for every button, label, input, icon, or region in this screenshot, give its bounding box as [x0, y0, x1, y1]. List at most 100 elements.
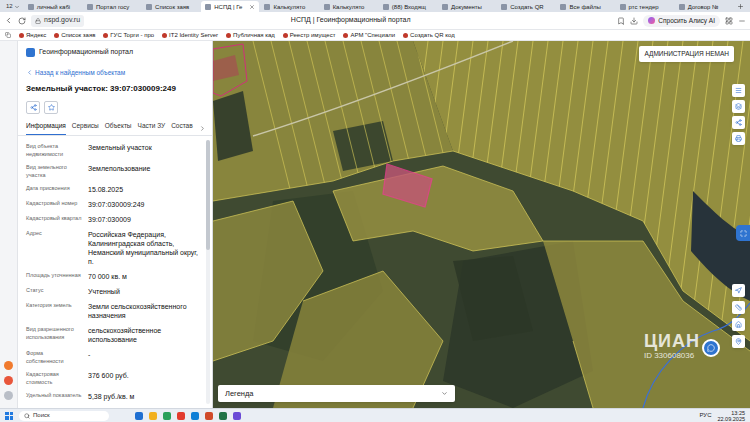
- browser-tab[interactable]: НСПД | Ге: [201, 1, 259, 12]
- app-icon[interactable]: [4, 391, 13, 400]
- print[interactable]: [732, 132, 745, 145]
- home[interactable]: [732, 318, 745, 331]
- back-icon[interactable]: [4, 16, 13, 25]
- url-field[interactable]: nspd.gov.ru: [31, 15, 84, 27]
- share-icon: [30, 104, 37, 111]
- favicon-icon: [87, 4, 93, 10]
- new-tab-icon[interactable]: [737, 3, 744, 10]
- bookmark-item[interactable]: IT2 Identity Server: [162, 31, 218, 39]
- field-row: Кадастровый номер39:07:030009:249: [26, 197, 198, 212]
- taskbar-app-icon[interactable]: [233, 412, 241, 420]
- favorite-button[interactable]: [44, 101, 58, 114]
- favicon-icon: [324, 4, 330, 10]
- favicon-icon: [54, 33, 59, 38]
- menu[interactable]: [732, 84, 745, 97]
- bookmark-item[interactable]: АРМ "Специали: [343, 31, 395, 39]
- start-button[interactable]: [5, 412, 13, 420]
- ruler[interactable]: [732, 301, 745, 314]
- bookmark-item[interactable]: Яндекс: [19, 31, 46, 39]
- taskbar-app-icon[interactable]: [149, 412, 157, 420]
- main-area: Геоинформационный порталНазад к найденны…: [0, 41, 750, 408]
- panel-tabs: Информация Сервисы Объекты Части ЗУ Состав: [18, 118, 212, 136]
- more-tabs-icon[interactable]: [199, 125, 206, 132]
- browser-tab[interactable]: ртс тендер: [616, 1, 674, 12]
- navigate[interactable]: [732, 284, 745, 297]
- browser-tab[interactable]: (88) Входящ: [379, 1, 437, 12]
- browser-tab[interactable]: Калькулято: [260, 1, 318, 12]
- scrollbar-thumb[interactable]: [206, 140, 210, 250]
- home-icon: [735, 321, 742, 328]
- field-value: Земельный участок: [88, 143, 198, 158]
- panel-tab[interactable]: Сервисы: [72, 118, 99, 135]
- favicon-icon: [283, 33, 288, 38]
- chat-button[interactable]: [702, 339, 720, 357]
- copy-button[interactable]: [26, 101, 40, 114]
- back-link[interactable]: Назад к найденным объектам: [18, 62, 212, 82]
- bookmark-item[interactable]: Реестр имущест: [283, 31, 336, 39]
- tab-count[interactable]: 12: [3, 1, 23, 12]
- app-icon[interactable]: [4, 376, 13, 385]
- language-indicator[interactable]: РУС: [699, 411, 711, 420]
- region-select[interactable]: АДМИНИСТРАЦИЯ НЕМАН: [639, 46, 734, 62]
- pin[interactable]: [732, 335, 745, 348]
- taskbar-app-icon[interactable]: [191, 412, 199, 420]
- action-buttons: [18, 97, 212, 118]
- field-value: 39:07:030009:249: [88, 200, 198, 209]
- field-value: сельскохозяйственное использование: [88, 326, 198, 344]
- map[interactable]: АДМИНИСТРАЦИЯ НЕМАНЦИАНID 330608036Леген…: [213, 41, 750, 408]
- legend-bar[interactable]: Легенда: [218, 385, 455, 402]
- field-label: Кадастровая стоимость: [26, 371, 82, 386]
- bookmark-item[interactable]: Список заяв: [54, 31, 95, 39]
- browser-tab[interactable]: Все файлы: [556, 1, 614, 12]
- selected-parcel: [383, 164, 432, 207]
- field-value: 39:07:030009: [88, 215, 198, 224]
- taskbar-app-icon[interactable]: [135, 412, 143, 420]
- browser-tab[interactable]: Создать QR: [497, 1, 555, 12]
- browser-tab[interactable]: Портал госу: [83, 1, 141, 12]
- bookmark-item[interactable]: Создать QR код: [403, 31, 455, 39]
- chevron-down-icon: [14, 4, 20, 10]
- bookmark-icon[interactable]: [617, 17, 625, 25]
- browser-tab[interactable]: Список заяв: [142, 1, 200, 12]
- close-icon[interactable]: [249, 4, 255, 10]
- favicon-icon: [403, 33, 408, 38]
- share[interactable]: [732, 116, 745, 129]
- tabs-icon[interactable]: [5, 32, 11, 38]
- browser-tab[interactable]: Договор №: [675, 1, 733, 12]
- search-box[interactable]: Поиск: [19, 411, 109, 421]
- minimize-icon[interactable]: [738, 17, 746, 25]
- alice-button[interactable]: Спросить Алису AI: [643, 15, 720, 27]
- taskbar-app-icon[interactable]: [163, 412, 171, 420]
- field-row: Категория земельЗемли сельскохозяйственн…: [26, 299, 198, 323]
- search-icon: [24, 413, 30, 419]
- clock[interactable]: 13:2522.09.2025: [717, 410, 745, 422]
- browser-tab[interactable]: личный кабі: [24, 1, 82, 12]
- portal-logo-icon: [26, 48, 35, 57]
- panel-tab[interactable]: Состав: [171, 118, 193, 135]
- browser-tab[interactable]: Документы: [438, 1, 496, 12]
- scrollbar[interactable]: [206, 140, 210, 404]
- taskbar-app-icon[interactable]: [219, 412, 227, 420]
- panel-tab[interactable]: Информация: [26, 118, 66, 135]
- field-row: Форма собственности-: [26, 347, 198, 368]
- taskbar-app-icon[interactable]: [205, 412, 213, 420]
- app-icon[interactable]: [4, 361, 13, 370]
- field-row: Площадь уточненная70 000 кв. м: [26, 269, 198, 284]
- download-icon[interactable]: [630, 17, 638, 25]
- field-row: Дата присвоения15.08.2025: [26, 182, 198, 197]
- layers[interactable]: [732, 100, 745, 113]
- field-value: Земли сельскохозяйственного назначения: [88, 302, 198, 320]
- apps-icon[interactable]: [725, 17, 733, 25]
- reload-icon[interactable]: [18, 17, 26, 25]
- panel-tab[interactable]: Части ЗУ: [138, 118, 166, 135]
- bookmark-item[interactable]: Публичная кад: [226, 31, 275, 39]
- favicon-icon: [103, 33, 108, 38]
- field-value: Землепользование: [88, 164, 198, 179]
- taskbar-app-icon[interactable]: [177, 412, 185, 420]
- panel-tab[interactable]: Объекты: [105, 118, 132, 135]
- bookmark-item[interactable]: ГУС Торги - про: [103, 31, 154, 39]
- browser-tab[interactable]: Калькулято: [320, 1, 378, 12]
- side-tab-button[interactable]: [736, 225, 750, 241]
- pin-icon: [735, 338, 742, 345]
- star-icon: [48, 104, 55, 111]
